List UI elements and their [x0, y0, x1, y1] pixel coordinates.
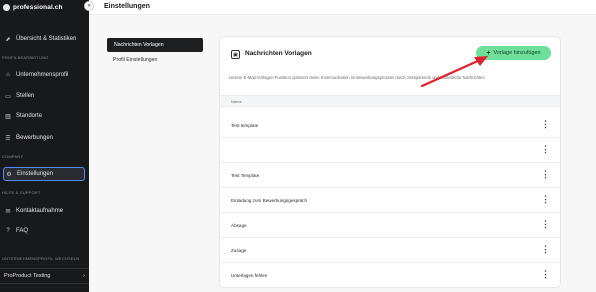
more-options-icon[interactable]: ⋮ — [541, 270, 550, 280]
faq-icon: ? — [6, 228, 10, 234]
logo[interactable]: professional.ch — [0, 0, 89, 14]
table-row[interactable]: Einladung zum Bewerbungsgespräch ⋮ — [220, 188, 560, 213]
table-header: Name — [220, 95, 560, 107]
more-options-icon[interactable]: ⋮ — [541, 245, 550, 255]
profile-switcher-label: ProProduct Testing — [4, 273, 51, 279]
more-options-icon[interactable]: ⋮ — [541, 145, 550, 155]
logo-mark-icon — [3, 3, 10, 11]
table-row[interactable]: Test template ⋮ — [220, 113, 560, 138]
column-header-name: Name — [231, 99, 242, 104]
page-title: Einstellungen — [104, 3, 150, 10]
building-icon: ▥ — [5, 113, 11, 120]
message-icon: ▣ — [231, 50, 240, 59]
section-label-company: COMPANY — [2, 154, 24, 159]
card-title: Nachrichten Vorlagen — [245, 50, 312, 57]
table-row[interactable]: Absage ⋮ — [220, 213, 560, 238]
card-description: Unsere E-Mail-Vorlagen-Funktion optimier… — [229, 75, 485, 80]
table-row[interactable]: Unterlagen fehlen ⋮ — [220, 263, 560, 287]
gear-icon: ⚙ — [6, 171, 12, 178]
page-header: Einstellungen — [89, 0, 596, 15]
more-options-icon[interactable]: ⋮ — [541, 120, 550, 130]
sidebar-item-label: Unternehmensprofil — [16, 72, 69, 78]
sidebar-item-jobs[interactable]: ▭ Stellen — [3, 89, 85, 103]
sidebar-item-company-profile[interactable]: ⌂ Unternehmensprofil — [3, 68, 85, 82]
subnav-item-profile-settings[interactable]: Profil Einstellungen — [113, 57, 157, 63]
more-options-icon[interactable]: ⋮ — [541, 170, 550, 180]
sidebar-item-settings[interactable]: ⚙ Einstellungen — [3, 167, 85, 181]
more-options-icon[interactable]: ⋮ — [541, 220, 550, 230]
sidebar-item-label: FAQ — [16, 228, 29, 234]
template-name: Absage — [231, 223, 247, 228]
sidebar-item-locations[interactable]: ▥ Standorte — [3, 109, 85, 123]
template-name: Test Template — [231, 173, 260, 178]
logo-text: professional.ch — [13, 3, 63, 11]
template-name: Test template — [231, 123, 259, 128]
add-template-label: Vorlage hinzufügen — [493, 50, 541, 56]
sidebar-item-label: Bewerbungen — [16, 135, 54, 141]
subnav-item-message-templates[interactable]: Nachrichten Vorlagen — [107, 38, 203, 52]
sidebar-item-label: Standorte — [16, 113, 43, 119]
chevron-right-icon: › — [83, 273, 85, 279]
section-label-profile: PROFILBEARBEITUNG — [2, 55, 49, 60]
briefcase-icon: ▭ — [5, 93, 11, 100]
template-name: Unterlagen fehlen — [231, 273, 268, 278]
sidebar-item-faq[interactable]: ? FAQ — [3, 224, 85, 238]
applications-icon: ☰ — [5, 135, 11, 142]
collapse-sidebar-button[interactable]: « — [84, 1, 94, 11]
sidebar-item-label: Übersicht & Statistiken — [16, 36, 77, 42]
sidebar-item-statistics[interactable]: ⬈ Übersicht & Statistiken — [3, 32, 85, 46]
chart-icon: ⬈ — [5, 36, 11, 43]
template-name: Einladung zum Bewerbungsgespräch — [231, 198, 308, 203]
table-row[interactable]: Test Template ⋮ — [220, 163, 560, 188]
templates-card: ▣ Nachrichten Vorlagen + Vorlage hinzufü… — [219, 36, 561, 288]
plus-icon: + — [486, 49, 491, 57]
add-template-button[interactable]: + Vorlage hinzufügen — [476, 46, 551, 60]
profile-icon: ⌂ — [6, 72, 10, 78]
sidebar-item-label: Einstellungen — [17, 171, 54, 177]
section-label-switch: UNTERNEHMENSPROFIL WECHSELN — [2, 256, 80, 261]
sidebar: professional.ch ⬈ Übersicht & Statistike… — [0, 0, 89, 292]
table-row[interactable]: Zusage ⋮ — [220, 238, 560, 263]
table-row[interactable]: ⋮ — [220, 138, 560, 163]
sidebar-item-label: Stellen — [16, 93, 35, 99]
sidebar-item-label: Kontaktaufnahme — [16, 208, 64, 214]
profile-switcher[interactable]: ProProduct Testing › — [0, 268, 89, 284]
section-label-help: HILFE & SUPPORT — [2, 190, 41, 195]
template-name: Zusage — [231, 248, 247, 253]
contact-icon: ✉ — [5, 208, 11, 215]
sidebar-item-applications[interactable]: ☰ Bewerbungen — [3, 131, 85, 145]
more-options-icon[interactable]: ⋮ — [541, 195, 550, 205]
sidebar-item-contact[interactable]: ✉ Kontaktaufnahme — [3, 204, 85, 218]
